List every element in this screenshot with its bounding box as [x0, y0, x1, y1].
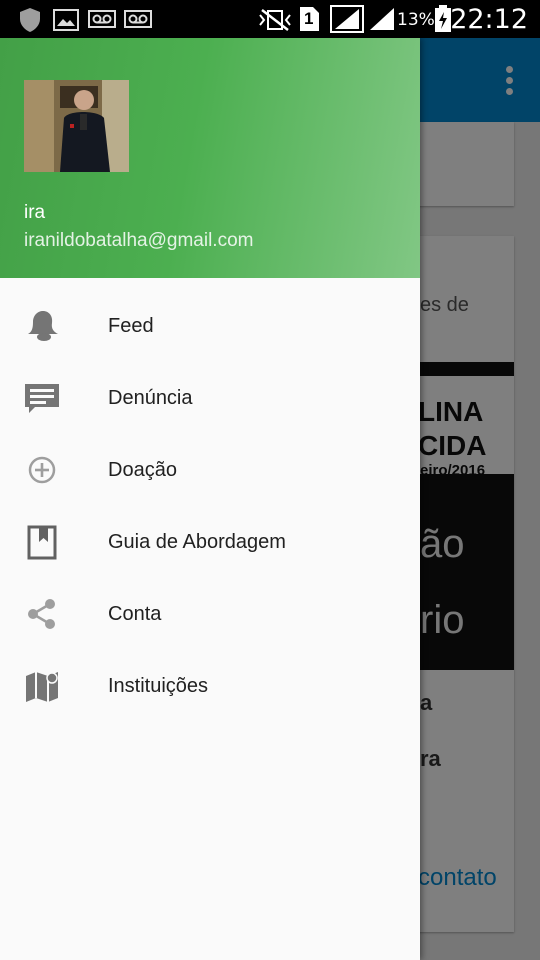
- book-icon: [24, 524, 60, 560]
- clock: 22:12: [450, 4, 528, 35]
- image-icon: [53, 9, 79, 36]
- status-bar: 1 13% 22:12: [0, 0, 540, 38]
- map-icon: [24, 668, 60, 704]
- user-name: ira: [24, 202, 46, 223]
- message-icon: [24, 380, 60, 416]
- menu-item-doacao[interactable]: Doação: [0, 434, 420, 506]
- voicemail-icon: [88, 10, 116, 33]
- menu-item-instituicoes[interactable]: Instituições: [0, 650, 420, 722]
- menu-item-guia-de-abordagem[interactable]: Guia de Abordagem: [0, 506, 420, 578]
- add-circle-icon: [24, 452, 60, 488]
- menu-item-feed[interactable]: Feed: [0, 290, 420, 362]
- share-icon: [24, 596, 60, 632]
- drawer-menu: Feed Denúncia Doação Guia de Abordagem C…: [0, 290, 420, 722]
- signal-icon: [368, 7, 396, 36]
- battery-percent: 13%: [397, 10, 435, 30]
- menu-item-label: Doação: [108, 459, 177, 481]
- menu-item-conta[interactable]: Conta: [0, 578, 420, 650]
- menu-item-denuncia[interactable]: Denúncia: [0, 362, 420, 434]
- sim-slot-number: 1: [304, 9, 314, 28]
- menu-item-label: Instituições: [108, 675, 209, 697]
- voicemail-icon: [124, 10, 152, 33]
- shield-icon: [18, 7, 42, 38]
- drawer-header: ira iranildobatalha@gmail.com: [0, 38, 420, 278]
- signal-icon: [330, 5, 364, 38]
- navigation-drawer: ira iranildobatalha@gmail.com Feed Denún…: [0, 38, 420, 960]
- user-email: iranildobatalha@gmail.com: [24, 230, 254, 251]
- menu-item-label: Feed: [108, 315, 154, 337]
- bell-icon: [24, 308, 60, 344]
- menu-item-label: Conta: [108, 603, 162, 625]
- menu-item-label: Denúncia: [108, 387, 193, 409]
- menu-item-label: Guia de Abordagem: [108, 531, 286, 553]
- avatar[interactable]: [24, 80, 129, 172]
- no-vibrate-icon: [258, 8, 292, 37]
